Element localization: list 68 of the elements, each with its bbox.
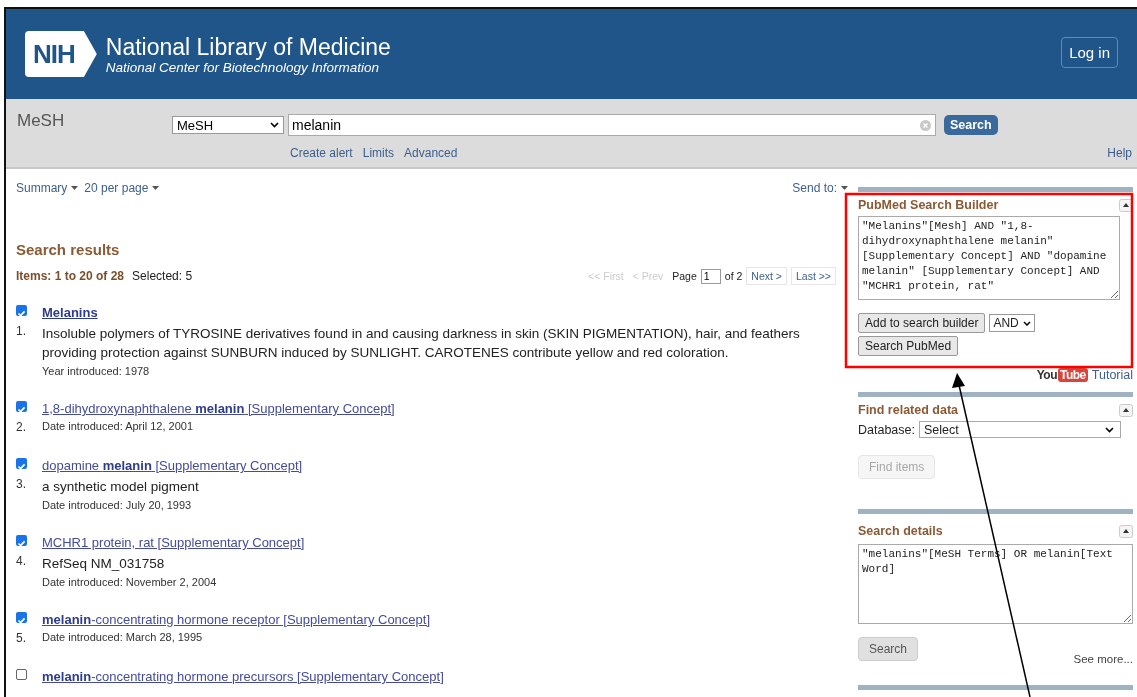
caret-icon xyxy=(841,186,848,190)
result-title-link[interactable]: 1,8-dihydroxynaphthalene melanin [Supplementary Concept] xyxy=(42,401,395,416)
result-checkbox[interactable] xyxy=(16,401,27,412)
search-option-link[interactable]: Advanced xyxy=(404,146,458,160)
result-description: Insoluble polymers of TYROSINE derivatives found in and causing darkness in skin (SKIN PIGMENTATION), hair, and feathers providing protection against SUNBURN induced by SUNLIGHT. CAROTENES contribute yellow and red coloration. xyxy=(42,325,801,362)
chevron-icon xyxy=(1105,426,1114,433)
portlet-title: Find related data xyxy=(858,403,959,417)
chevron-icon xyxy=(1022,320,1031,326)
tutorial-link[interactable]: Tutorial xyxy=(1091,368,1133,382)
result-title-link[interactable]: MCHR1 protein, rat [Supplementary Concept] xyxy=(42,535,305,550)
login-button[interactable]: Log in xyxy=(1061,36,1118,68)
result-number: 2. xyxy=(16,420,27,434)
see-more-link[interactable]: See more... xyxy=(1073,653,1133,665)
result-date: Date introduced: March 28, 1995 xyxy=(42,631,204,643)
results-heading: Search results xyxy=(16,241,121,258)
send-to-menu[interactable]: Send to: xyxy=(792,181,848,195)
result-date: Year introduced: 1978 xyxy=(42,365,151,377)
result-number: 5. xyxy=(16,631,27,645)
result-number: 1. xyxy=(16,324,27,340)
page-size-menu[interactable]: 20 per page xyxy=(84,181,160,195)
result-checkbox[interactable] xyxy=(16,458,27,469)
page-number-field[interactable]: 1 xyxy=(700,268,721,284)
chevron-icon xyxy=(270,122,279,128)
database-label: Database: xyxy=(858,422,915,437)
result-description: RefSeq NM_031758 xyxy=(42,555,166,573)
result-checkbox[interactable] xyxy=(16,669,27,680)
search-button[interactable]: Search xyxy=(858,637,919,661)
page-label: Page xyxy=(672,270,697,282)
result-title-link[interactable]: dopamine melanin [Supplementary Concept] xyxy=(42,458,303,473)
portlet-title: Search details xyxy=(858,524,943,538)
result-date: Date introduced: November 2, 2004 xyxy=(42,576,218,588)
page-count: of 2 xyxy=(724,270,743,282)
database-label: MeSH xyxy=(17,111,65,131)
result-checkbox[interactable] xyxy=(16,612,27,623)
items-count: Items: 1 to 20 of 28 xyxy=(16,269,125,283)
search-pubmed-button[interactable]: Search PubMed xyxy=(858,336,959,356)
database-select[interactable]: Select xyxy=(919,421,1121,438)
portlet-title: PubMed Search Builder xyxy=(858,198,999,212)
collapse-icon[interactable] xyxy=(1119,403,1133,417)
result-title-link[interactable]: melanin-concentrating hormone precursors [Supplementary Concept] xyxy=(42,669,444,684)
result-number: 3. xyxy=(16,477,27,493)
selected-count: Selected: 5 xyxy=(132,269,193,283)
result-description: a synthetic model pigment xyxy=(42,478,200,496)
result-title-link[interactable]: Melanins xyxy=(42,305,98,320)
result-checkbox[interactable] xyxy=(16,305,27,316)
search-button[interactable]: Search xyxy=(944,115,998,135)
search-builder-field[interactable]: "Melanins"[Mesh] AND "1,8-dihydroxynaphthalene melanin" [Supplementary Concept] AND "dopamine melanin" [Supplementary Concept] AND "MCHR1 protein, rat" xyxy=(858,216,1120,300)
search-field[interactable]: melanin xyxy=(288,114,936,136)
caret-icon xyxy=(71,186,79,190)
help-link[interactable]: Help xyxy=(1107,146,1132,160)
site-subtitle: National Center for Biotechnology Information xyxy=(105,59,380,75)
operator-select[interactable]: AND xyxy=(989,314,1035,332)
result-number: 4. xyxy=(16,554,27,570)
search-option-link[interactable]: Limits xyxy=(362,146,395,160)
next-page-link[interactable]: Next > xyxy=(746,267,787,285)
caret-icon xyxy=(152,186,160,190)
search-option-link[interactable]: Create alert xyxy=(290,146,353,160)
last-page-link[interactable]: Last >> xyxy=(790,267,836,285)
collapse-icon[interactable] xyxy=(1119,524,1133,538)
result-title-link[interactable]: melanin-concentrating hormone receptor [Supplementary Concept] xyxy=(42,612,431,627)
result-date: Date introduced: July 20, 1993 xyxy=(42,499,193,511)
nih-logo[interactable]: NIH xyxy=(25,31,97,77)
site-title: National Library of Medicine xyxy=(105,33,391,60)
format-menu[interactable]: Summary xyxy=(16,181,79,195)
result-date: Date introduced: April 12, 2001 xyxy=(42,420,195,432)
add-to-builder-button[interactable]: Add to search builder xyxy=(858,313,986,333)
result-checkbox[interactable] xyxy=(16,535,27,546)
database-select[interactable]: MeSH xyxy=(172,116,284,134)
